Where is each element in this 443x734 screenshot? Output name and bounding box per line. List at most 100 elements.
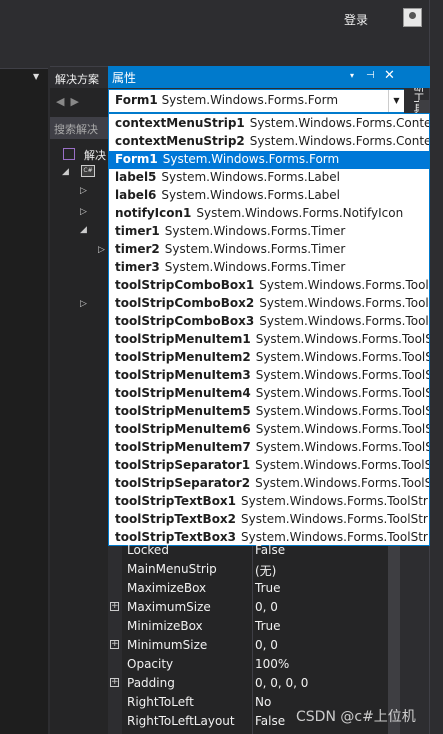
object-type: System.Windows.Forms.Timer [164,242,346,256]
object-name: timer3 [115,260,160,274]
object-type: System.Windows.Forms.ToolStripSeparator [255,476,429,490]
object-list-item[interactable]: contextMenuStrip1 System.Windows.Forms.Co… [109,115,429,133]
object-list-item[interactable]: label6 System.Windows.Forms.Label [109,187,429,205]
property-row[interactable]: + MinimumSize 0, 0 [108,636,388,655]
object-name: toolStripMenuItem2 [115,350,251,364]
object-list-item[interactable]: toolStripMenuItem3 System.Windows.Forms.T… [109,367,429,385]
expand-icon[interactable]: + [110,678,119,687]
property-name: RightToLeft [127,695,194,709]
object-list-item[interactable]: Form1 System.Windows.Forms.Form [109,151,429,169]
property-name: Padding [127,676,175,690]
object-type: System.Windows.Forms.ToolStripTextBox [241,512,429,526]
chevron-down-icon[interactable]: ▼ [33,72,39,81]
property-row[interactable]: Locked False [108,541,388,560]
chevron-down-icon[interactable]: ▼ [388,90,404,112]
object-list-item[interactable]: toolStripComboBox2 System.Windows.Forms.T… [109,295,429,313]
watermark: CSDN @c#上位机 [296,709,416,725]
solution-search-input[interactable]: 搜索解决 [50,117,108,139]
object-list-item[interactable]: toolStripComboBox3 System.Windows.Forms.T… [109,313,429,331]
object-type: System.Windows.Forms.ToolStripMenuItem [255,440,429,454]
tree-expander-icon[interactable]: ▷ [80,299,87,309]
object-name: toolStripComboBox2 [115,296,255,310]
object-list-item[interactable]: notifyIcon1 System.Windows.Forms.NotifyIc… [109,205,429,223]
pin-icon[interactable]: ⊣ [366,70,375,81]
property-value[interactable]: 0, 0 [255,638,278,652]
tree-expander-icon[interactable]: ▷ [98,245,105,255]
property-value[interactable]: True [255,619,281,633]
object-list-item[interactable]: toolStripTextBox2 System.Windows.Forms.To… [109,511,429,529]
solution-label[interactable]: 解决 [84,147,106,163]
object-dropdown-list: contextMenuStrip1 System.Windows.Forms.Co… [108,113,430,546]
object-list-item[interactable]: toolStripComboBox1 System.Windows.Forms.T… [109,277,429,295]
object-list-item[interactable]: toolStripMenuItem6 System.Windows.Forms.T… [109,421,429,439]
object-list-item[interactable]: toolStripMenuItem5 System.Windows.Forms.T… [109,403,429,421]
tab-solution-explorer[interactable]: 解决方案 [50,66,108,88]
close-icon[interactable]: ✕ [384,68,395,83]
property-row[interactable]: + MaximumSize 0, 0 [108,598,388,617]
object-name: toolStripMenuItem4 [115,386,251,400]
property-value[interactable]: 100% [255,657,289,671]
object-type: System.Windows.Forms.Form [162,152,340,166]
object-selector-combo[interactable]: Form1 System.Windows.Forms.Form [108,89,404,113]
object-type: System.Windows.Forms.ContextMenuStrip [249,116,429,130]
object-list-item[interactable]: toolStripMenuItem4 System.Windows.Forms.T… [109,385,429,403]
object-list-item[interactable]: toolStripMenuItem1 System.Windows.Forms.T… [109,331,429,349]
property-row[interactable]: Opacity 100% [108,655,388,674]
property-row[interactable]: MaximizeBox True [108,579,388,598]
object-name: toolStripTextBox1 [115,494,237,508]
object-list-item[interactable]: label5 System.Windows.Forms.Label [109,169,429,187]
object-list-item[interactable]: toolStripMenuItem7 System.Windows.Forms.T… [109,439,429,457]
object-name: toolStripMenuItem1 [115,332,251,346]
property-name: MinimizeBox [127,619,203,633]
property-name: Locked [127,543,169,557]
object-list-item[interactable]: toolStripSeparator2 System.Windows.Forms.… [109,475,429,493]
object-type: System.Windows.Forms.ContextMenuStrip [249,134,429,148]
property-row[interactable]: + Padding 0, 0, 0, 0 [108,674,388,693]
object-name: toolStripComboBox1 [115,278,255,292]
property-row[interactable]: MinimizeBox True [108,617,388,636]
object-list-item[interactable]: timer2 System.Windows.Forms.Timer [109,241,429,259]
property-value[interactable]: 0, 0 [255,600,278,614]
right-tool-strip [429,0,443,734]
object-name: toolStripMenuItem5 [115,404,251,418]
object-name: timer1 [115,224,160,238]
tree-expander-icon[interactable]: ◢ [80,225,87,235]
solution-explorer-panel [50,66,108,734]
object-list-item[interactable]: toolStripSeparator1 System.Windows.Forms.… [109,457,429,475]
object-type: System.Windows.Forms.ToolStripSeparator [255,458,429,472]
object-name: contextMenuStrip2 [115,134,245,148]
object-name: toolStripMenuItem7 [115,440,251,454]
avatar-icon[interactable] [403,8,422,27]
property-value[interactable]: (无) [255,562,276,579]
property-value[interactable]: No [255,695,271,709]
object-list-item[interactable]: timer3 System.Windows.Forms.Timer [109,259,429,277]
title-bar [0,0,443,40]
object-type: System.Windows.Forms.ToolStripTextBox [241,494,429,508]
property-value[interactable]: False [255,543,285,557]
editor-area [0,68,48,734]
expand-icon[interactable]: + [110,602,119,611]
property-value[interactable]: False [255,714,285,728]
tree-expander-icon[interactable]: ▷ [80,207,87,217]
solution-nav-buttons[interactable]: ◀▶ [56,95,85,108]
object-list-item[interactable]: timer1 System.Windows.Forms.Timer [109,223,429,241]
object-list-item[interactable]: toolStripTextBox1 System.Windows.Forms.To… [109,493,429,511]
property-value[interactable]: True [255,581,281,595]
login-link[interactable]: 登录 [344,11,368,28]
property-value[interactable]: 0, 0, 0, 0 [255,676,308,690]
object-type: System.Windows.Forms.ToolStripComboBox [259,278,429,292]
object-list-item[interactable]: contextMenuStrip2 System.Windows.Forms.Co… [109,133,429,151]
object-list-item[interactable]: toolStripMenuItem2 System.Windows.Forms.T… [109,349,429,367]
object-type: System.Windows.Forms.ToolStripMenuItem [255,386,429,400]
tree-expander-icon[interactable]: ◢ [62,167,69,177]
selected-object-type: System.Windows.Forms.Form [161,93,339,107]
expand-icon[interactable]: + [110,640,119,649]
object-type: System.Windows.Forms.NotifyIcon [196,206,404,220]
window-menu-icon[interactable]: ▾ [350,71,354,80]
property-name: MaximumSize [127,600,211,614]
object-type: System.Windows.Forms.ToolStripComboBox [259,314,429,328]
property-row[interactable]: MainMenuStrip (无) [108,560,388,579]
tree-expander-icon[interactable]: ▷ [80,186,87,196]
object-name: contextMenuStrip1 [115,116,245,130]
property-name: MaximizeBox [127,581,207,595]
